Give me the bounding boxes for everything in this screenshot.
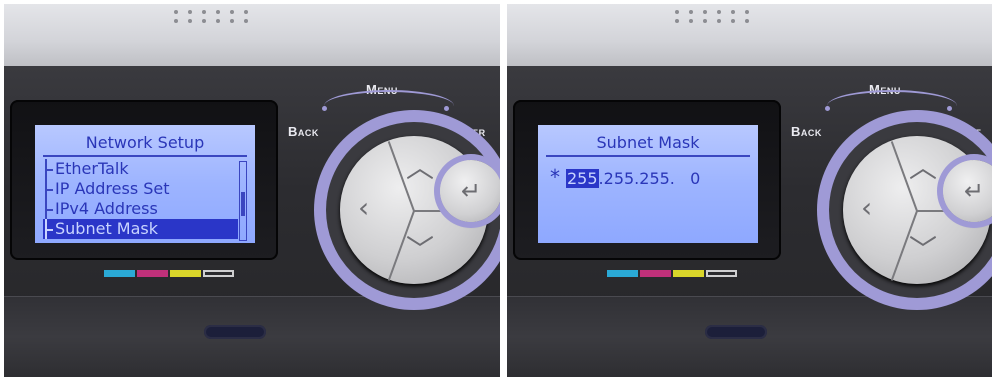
black-swatch bbox=[203, 270, 234, 277]
lcd-screen: Subnet Mask * 255.255.255. 0 bbox=[538, 125, 758, 243]
enter-icon: ↵ bbox=[460, 177, 482, 205]
enter-button[interactable]: ↵ bbox=[440, 160, 500, 222]
toner-color-bar bbox=[607, 270, 737, 277]
lcd-scroll-thumb bbox=[241, 192, 245, 216]
control-panel: Subnet Mask *255.255.255. 0 Back Ente Me… bbox=[507, 66, 992, 377]
selected-octet[interactable]: 255 bbox=[566, 169, 599, 188]
subnet-mask-value[interactable]: * 255.255.255. 0 bbox=[550, 165, 700, 189]
cyan-swatch bbox=[104, 270, 135, 277]
menu-list: EtherTalk IP Address Set IPv4 Address Su… bbox=[43, 159, 238, 239]
magenta-swatch bbox=[640, 270, 671, 277]
menu-item-ethertalk[interactable]: EtherTalk bbox=[43, 159, 238, 179]
lcd-title-rule bbox=[43, 155, 247, 157]
menu-arc-dot-left bbox=[825, 106, 830, 111]
menu-arc-dot-left bbox=[322, 106, 327, 111]
toner-color-bar bbox=[104, 270, 234, 277]
magenta-swatch bbox=[137, 270, 168, 277]
remaining-octets: .255.255. 0 bbox=[598, 169, 701, 188]
menu-arc-dot-right bbox=[947, 106, 952, 111]
black-swatch bbox=[706, 270, 737, 277]
printer-top-cover bbox=[4, 4, 500, 66]
yellow-swatch bbox=[673, 270, 704, 277]
lcd-scrollbar bbox=[239, 161, 247, 241]
photo-subnet-mask: Subnet Mask *255.255.255. 0 Back Ente Me… bbox=[507, 4, 992, 377]
yellow-swatch bbox=[170, 270, 201, 277]
lcd-screen: Network Setup EtherTalk IP Address Set I… bbox=[35, 125, 255, 243]
down-arrow-icon[interactable]: ﹀ bbox=[909, 236, 937, 264]
lcd-title: Network Setup bbox=[85, 133, 205, 152]
back-label: Back bbox=[791, 124, 822, 139]
lcd-title: Subnet Mask bbox=[596, 133, 700, 152]
left-arrow-icon[interactable]: ‹ bbox=[358, 194, 369, 222]
photo-network-setup: Network Setup EtherTalk IP Address Set I… bbox=[4, 4, 500, 377]
lcd-title-rule bbox=[546, 155, 750, 157]
lcd-bezel: Subnet Mask * 255.255.255. 0 bbox=[513, 100, 781, 260]
speaker-grille bbox=[174, 10, 252, 23]
menu-item-ip-address-set[interactable]: IP Address Set bbox=[43, 179, 238, 199]
up-arrow-icon[interactable]: ︿ bbox=[909, 154, 937, 182]
up-arrow-icon[interactable]: ︿ bbox=[406, 154, 434, 182]
control-panel: Network Setup EtherTalk IP Address Set I… bbox=[4, 66, 500, 377]
menu-arc-dot-right bbox=[444, 106, 449, 111]
current-value-marker: * bbox=[550, 165, 560, 189]
enter-icon: ↵ bbox=[963, 177, 985, 205]
lcd-bezel: Network Setup EtherTalk IP Address Set I… bbox=[10, 100, 278, 260]
menu-item-ipv4-address[interactable]: IPv4 Address bbox=[43, 199, 238, 219]
cyan-swatch bbox=[607, 270, 638, 277]
left-arrow-icon[interactable]: ‹ bbox=[861, 194, 872, 222]
menu-item-subnet-mask[interactable]: Subnet Mask bbox=[43, 219, 238, 239]
speaker-grille bbox=[675, 10, 753, 23]
brand-logo-badge bbox=[705, 325, 767, 339]
down-arrow-icon[interactable]: ﹀ bbox=[406, 236, 434, 264]
printer-top-cover bbox=[507, 4, 992, 66]
brand-logo-badge bbox=[204, 325, 266, 339]
back-label: Back bbox=[288, 124, 319, 139]
